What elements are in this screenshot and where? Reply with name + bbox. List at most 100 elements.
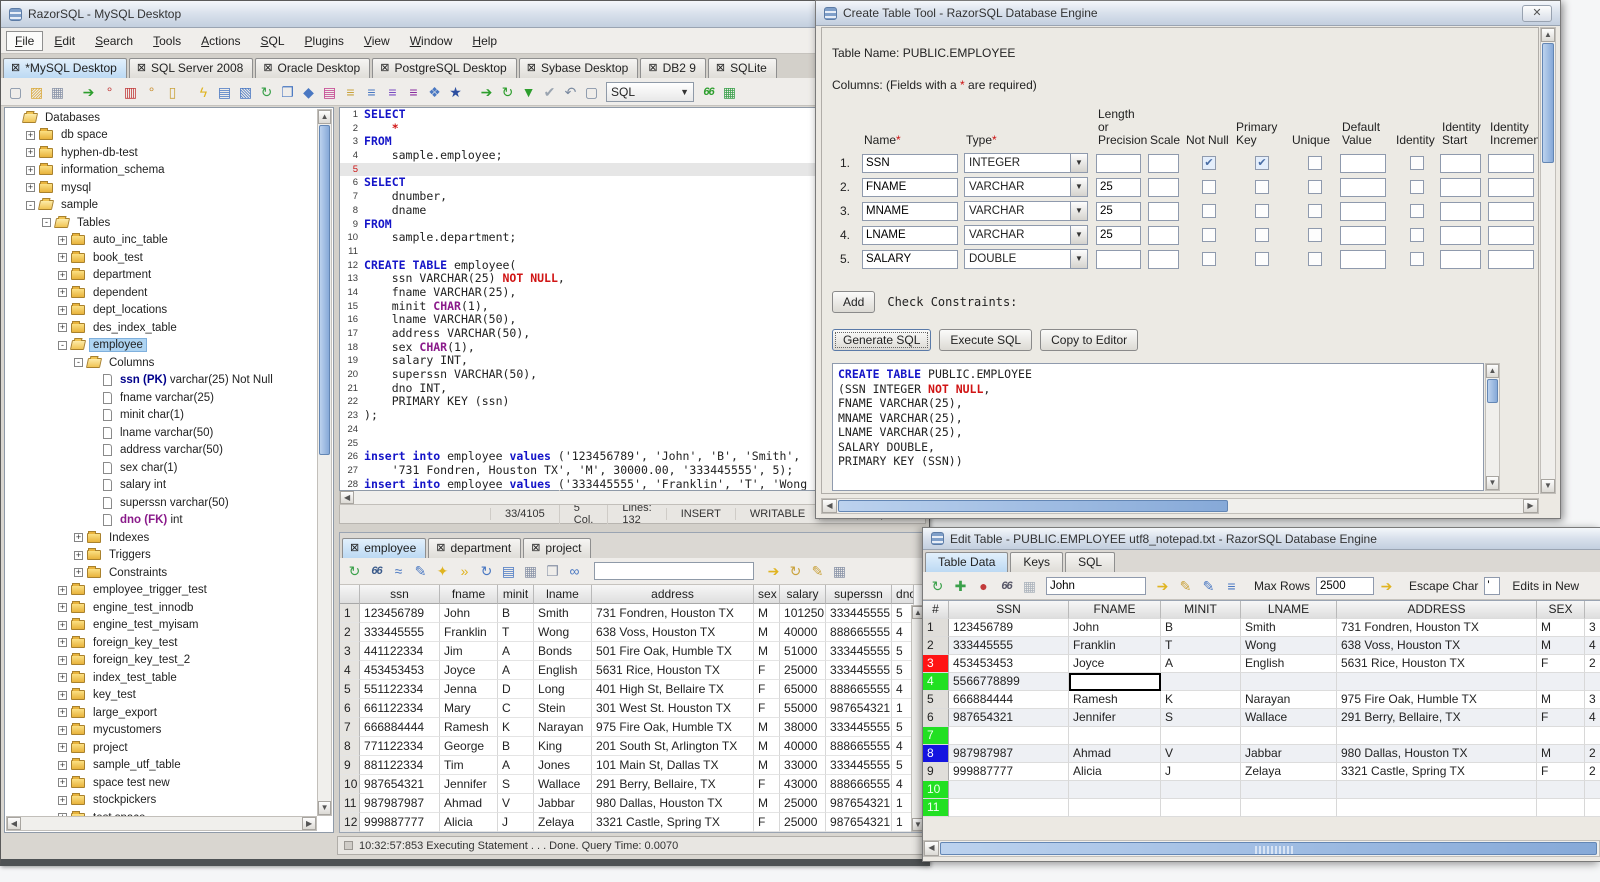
cell[interactable] xyxy=(949,727,1069,745)
connection-tab-sybase-desktop[interactable]: ⊠ Sybase Desktop xyxy=(518,58,639,78)
tree-item-hyphen-db-test[interactable]: + hyphen-db-test xyxy=(6,144,317,162)
cell[interactable] xyxy=(1585,781,1600,799)
tree-item-sex-char-1[interactable]: sex char(1) xyxy=(6,459,317,477)
scale-input[interactable] xyxy=(1148,249,1179,269)
cell[interactable]: 999887777 xyxy=(949,763,1069,781)
cell[interactable] xyxy=(1337,781,1537,799)
identity-checkbox[interactable] xyxy=(1410,204,1424,218)
add-column-button[interactable]: Add xyxy=(832,291,876,313)
tree-item-key-test[interactable]: + key_test xyxy=(6,687,317,705)
find-glasses-icon[interactable]: 66 xyxy=(996,576,1017,596)
cell[interactable] xyxy=(1585,673,1600,691)
cell[interactable]: 333445555 xyxy=(949,637,1069,655)
identity-increment-input[interactable] xyxy=(1488,249,1535,269)
cell[interactable] xyxy=(1161,799,1241,817)
grid-view-icon[interactable]: ▦ xyxy=(719,82,740,102)
cell[interactable]: 3321 Castle, Spring TX xyxy=(1337,763,1537,781)
cell[interactable]: Alicia xyxy=(1069,763,1161,781)
cell[interactable] xyxy=(1537,727,1585,745)
chevron-down-icon[interactable]: ▼ xyxy=(1070,178,1087,196)
generate-sql-button[interactable]: Generate SQL xyxy=(832,329,932,351)
identity-increment-input[interactable] xyxy=(1488,201,1535,221)
scroll-thumb[interactable] xyxy=(838,500,1228,512)
tree-item-columns[interactable]: - Columns xyxy=(6,354,317,372)
refresh-results-icon[interactable]: ↻ xyxy=(344,561,365,581)
cell[interactable]: M xyxy=(1537,691,1585,709)
fetch-more-icon[interactable]: ▼ xyxy=(518,82,539,102)
rollback-icon[interactable]: ° xyxy=(141,82,162,102)
preview-vertical-scrollbar[interactable]: ▲ ▼ xyxy=(1485,363,1500,491)
tree-toggle-icon[interactable]: + xyxy=(58,235,67,245)
column-name-input[interactable] xyxy=(862,177,958,197)
tree-item-databases[interactable]: Databases xyxy=(6,109,317,127)
edit-column-header[interactable]: SSN xyxy=(949,601,1069,619)
scroll-thumb[interactable] xyxy=(940,842,1597,855)
tree-item-engine-test-myisam[interactable]: + engine_test_myisam xyxy=(6,617,317,635)
cell[interactable]: Joyce xyxy=(1069,655,1161,673)
not-null-checkbox[interactable] xyxy=(1202,180,1216,194)
cell[interactable]: V xyxy=(1161,745,1241,763)
paste-icon[interactable]: ▢ xyxy=(581,82,602,102)
chevron-down-icon[interactable]: ▼ xyxy=(1070,250,1087,268)
tree-toggle-icon[interactable]: + xyxy=(58,795,67,805)
menu-actions[interactable]: Actions xyxy=(192,31,249,51)
find-glasses-icon[interactable]: 66 xyxy=(698,82,719,102)
close-tab-icon[interactable]: ⊠ xyxy=(137,62,146,74)
scroll-down-icon[interactable]: ▼ xyxy=(1541,479,1555,493)
close-tab-icon[interactable]: ⊠ xyxy=(263,62,272,74)
add-row-icon[interactable]: ✚ xyxy=(950,576,971,596)
results-column-header[interactable] xyxy=(340,585,361,604)
run-all-icon[interactable]: ↻ xyxy=(497,82,518,102)
column-name-input[interactable] xyxy=(862,201,958,221)
tree-item-stockpickers[interactable]: + stockpickers xyxy=(6,792,317,810)
tree-toggle-icon[interactable]: + xyxy=(58,603,67,613)
identity-checkbox[interactable] xyxy=(1410,180,1424,194)
default-value-input[interactable] xyxy=(1340,177,1387,197)
length-precision-input[interactable] xyxy=(1096,225,1141,245)
find-glasses-icon[interactable]: 66 xyxy=(366,561,387,581)
cell[interactable] xyxy=(1241,673,1337,691)
scroll-up-icon[interactable]: ▲ xyxy=(318,110,332,124)
tree-item-dependent[interactable]: + dependent xyxy=(6,284,317,302)
refresh-table-icon[interactable]: ↻ xyxy=(927,576,948,596)
tree-toggle-icon[interactable]: + xyxy=(26,130,35,140)
tree-item-mysql[interactable]: + mysql xyxy=(6,179,317,197)
tree-toggle-icon[interactable]: + xyxy=(58,323,67,333)
tree-toggle-icon[interactable]: + xyxy=(58,620,67,630)
compare-icon[interactable]: ◆ xyxy=(298,82,319,102)
cell[interactable]: Jabbar xyxy=(1241,745,1337,763)
chevron-down-icon[interactable]: ▼ xyxy=(1070,202,1087,220)
identity-checkbox[interactable] xyxy=(1410,228,1424,242)
tree-item-dno-fk-int[interactable]: dno (FK) int xyxy=(6,512,317,530)
not-null-checkbox[interactable] xyxy=(1202,252,1216,266)
primary-key-checkbox[interactable] xyxy=(1255,228,1269,242)
tree-toggle-icon[interactable]: - xyxy=(26,200,35,210)
tree-toggle-icon[interactable]: + xyxy=(26,183,35,193)
column-name-input[interactable] xyxy=(862,153,958,173)
cell[interactable]: 123456789 xyxy=(949,619,1069,637)
cell[interactable]: 987987987 xyxy=(949,745,1069,763)
cell[interactable]: M xyxy=(1537,745,1585,763)
delete-row-icon[interactable]: ● xyxy=(973,576,994,596)
column-type-select[interactable]: DOUBLE ▼ xyxy=(964,249,1088,269)
results-column-header[interactable]: fname xyxy=(440,585,499,604)
unique-checkbox[interactable] xyxy=(1308,180,1322,194)
unique-checkbox[interactable] xyxy=(1308,156,1322,170)
check-syntax-icon[interactable]: ✔ xyxy=(539,82,560,102)
max-rows-input[interactable] xyxy=(1316,576,1375,595)
scroll-up-icon[interactable]: ▲ xyxy=(1486,364,1499,378)
results-search-input[interactable] xyxy=(594,562,755,580)
menu-plugins[interactable]: Plugins xyxy=(296,31,353,51)
default-value-input[interactable] xyxy=(1340,249,1387,269)
tree-toggle-icon[interactable]: + xyxy=(26,148,35,158)
tree-item-auto-inc-table[interactable]: + auto_inc_table xyxy=(6,232,317,250)
length-precision-input[interactable] xyxy=(1096,249,1141,269)
tree-item-space-test-new[interactable]: + space test new xyxy=(6,774,317,792)
length-precision-input[interactable] xyxy=(1096,177,1141,197)
cell[interactable]: 4 xyxy=(1585,637,1600,655)
column-type-select[interactable]: VARCHAR ▼ xyxy=(964,177,1088,197)
results-column-header[interactable]: ssn xyxy=(360,585,441,604)
cell[interactable]: Jennifer xyxy=(1069,709,1161,727)
scroll-thumb[interactable] xyxy=(319,125,331,455)
cell[interactable] xyxy=(1241,727,1337,745)
